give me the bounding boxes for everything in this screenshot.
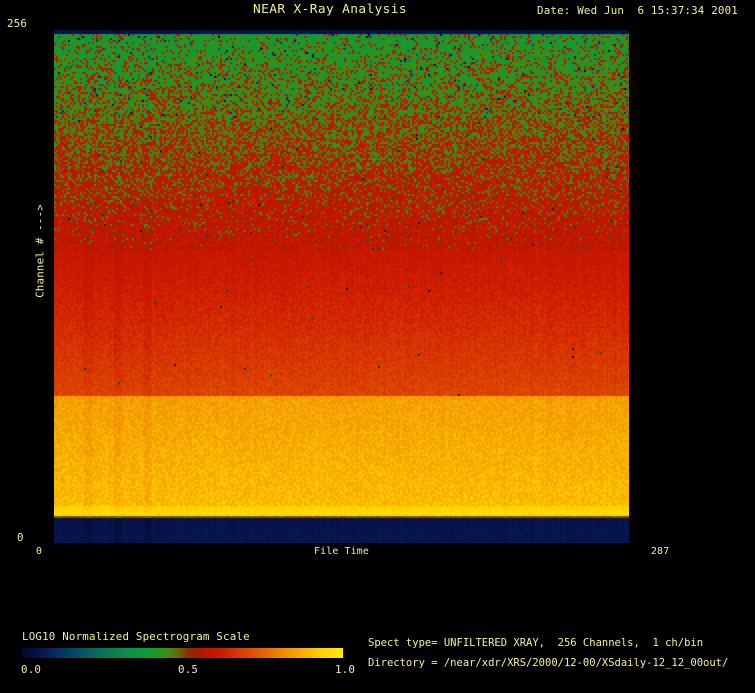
y-axis-label: Channel # --->: [33, 204, 47, 298]
colorbar-title: LOG10 Normalized Spectrogram Scale: [22, 630, 250, 643]
y-axis-tick-min: 0: [17, 531, 24, 544]
colorbar-tick-left: 0.0: [21, 663, 42, 676]
page-title: NEAR X-Ray Analysis: [253, 2, 407, 17]
x-axis-tick-max: 287: [651, 546, 670, 557]
x-axis-label: File Time: [314, 546, 369, 557]
colorbar-gradient: [22, 648, 343, 658]
date-label: Date: Wed Jun 6 15:37:34 2001: [537, 4, 739, 17]
colorbar-tick-right: 1.0: [335, 663, 356, 676]
near-xray-analysis-window: NEAR X-Ray Analysis Date: Wed Jun 6 15:3…: [0, 0, 755, 693]
y-axis-tick-max: 256: [7, 17, 28, 30]
spect-type-line: Spect type= UNFILTERED XRAY, 256 Channel…: [368, 637, 704, 649]
x-axis-tick-min: 0: [36, 546, 43, 557]
colorbar-tick-mid: 0.5: [178, 663, 199, 676]
directory-line: Directory = /near/xdr/XRS/2000/12-00/XSd…: [368, 657, 729, 669]
spectrogram-heatmap: [54, 30, 629, 543]
